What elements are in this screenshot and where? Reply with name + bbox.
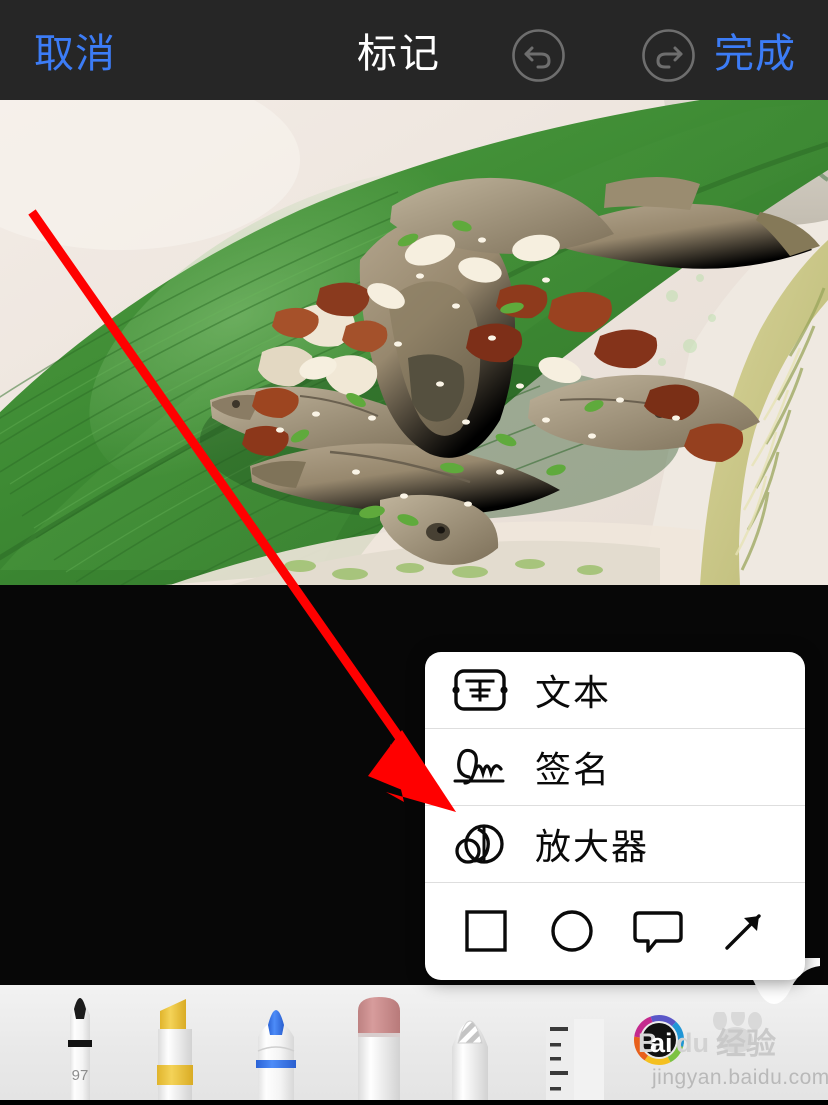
done-button[interactable]: 完成 [714, 0, 796, 100]
menu-item-magnifier[interactable]: 放大器 [425, 806, 805, 883]
drawing-tools-toolbar[interactable]: 97 [0, 985, 828, 1100]
page-title: 标记 [357, 32, 441, 76]
text-box-icon [425, 666, 535, 714]
undo-arrow-icon[interactable] [511, 28, 566, 83]
menu-item-magnifier-label: 放大器 [535, 827, 650, 868]
arrow-shape-icon[interactable] [709, 896, 779, 966]
photo-canvas[interactable] [0, 100, 828, 585]
markup-options-popup[interactable]: 文本 签名 放大器 [425, 652, 805, 980]
cancel-button[interactable]: 取消 [34, 0, 116, 100]
markup-top-bar: 标记 取消 完成 [0, 0, 828, 100]
menu-item-text-label: 文本 [535, 673, 612, 714]
circle-shape-icon[interactable] [537, 896, 607, 966]
shape-tools-row[interactable] [425, 883, 805, 979]
redo-arrow-icon[interactable] [641, 28, 696, 83]
speech-bubble-shape-icon[interactable] [623, 896, 693, 966]
magnifier-icon [425, 819, 535, 869]
signature-icon [425, 743, 535, 791]
menu-item-text[interactable]: 文本 [425, 652, 805, 729]
svg-text:97: 97 [72, 1067, 89, 1084]
markup-editor-screen: 97 文本 签名 放大器 标记 取消 完成 B ai du 经验 jingyan… [0, 0, 828, 1100]
square-shape-icon[interactable] [451, 896, 521, 966]
menu-item-signature-label: 签名 [535, 750, 612, 791]
menu-item-signature[interactable]: 签名 [425, 729, 805, 806]
